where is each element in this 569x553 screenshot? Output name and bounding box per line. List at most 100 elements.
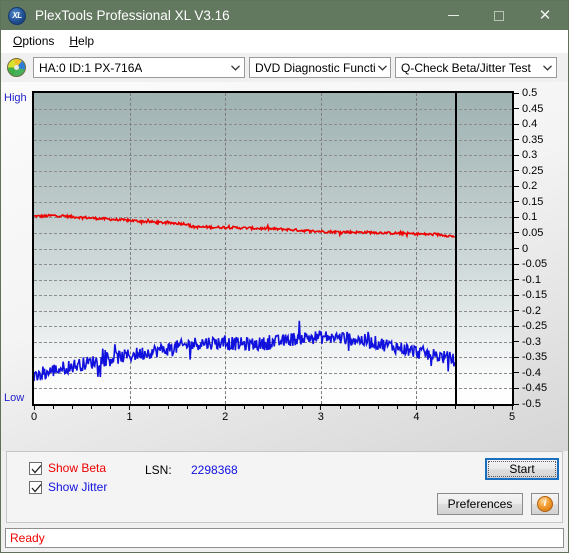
y-tick-mark [514,232,519,234]
y-axis-ticks: 0.5 0.45 0.4 0.35 0.3 0.25 0.2 0.15 0.1 0.05 0 -0.0… [514,87,568,410]
x-tick-4: 4 [413,406,419,423]
y-tick-7: 0.15 [514,196,543,208]
x-minor-tick [492,406,494,409]
chevron-down-icon [227,64,244,71]
status-bar: Ready [5,528,564,548]
y-tick-mark [514,341,519,343]
y-tick-1: 0.45 [514,103,543,115]
x-minor-tick [435,406,437,409]
drive-select-value: HA:0 ID:1 PX-716A [39,60,143,75]
show-beta-label: Show Beta [48,461,106,475]
y-axis-high-label: High [4,92,27,104]
x-minor-tick [359,406,361,409]
show-jitter-checkbox-row[interactable]: Show Jitter [29,480,107,494]
y-tick-mark [514,108,519,110]
y-tick-label: -0.3 [522,335,541,348]
menu-help-label: elp [78,34,95,48]
drive-select[interactable]: HA:0 ID:1 PX-716A [33,57,245,78]
x-tick-mark [415,406,417,410]
y-tick-6: 0.2 [514,180,537,192]
y-tick-label: -0.25 [522,320,548,333]
trace-show-jitter [34,320,456,382]
y-tick-mark [514,123,519,125]
window-title: PlexTools Professional XL V3.16 [35,8,230,23]
menu-options-label: ptions [22,34,55,48]
y-tick-mark [514,356,519,358]
y-tick-label: 0.1 [522,211,538,224]
show-beta-checkbox-row[interactable]: Show Beta [29,461,106,475]
x-minor-tick [53,406,55,409]
x-tick-2: 2 [222,406,228,423]
preferences-button[interactable]: Preferences [437,493,523,515]
y-tick-label: -0.05 [522,258,548,271]
x-minor-tick [473,406,475,409]
check-icon [31,464,42,473]
optical-disc-icon [7,58,26,77]
menu-item-help[interactable]: Help [63,32,103,50]
start-button[interactable]: Start [485,458,559,480]
x-minor-tick [397,406,399,409]
y-tick-8: 0.1 [514,211,537,223]
start-button-label: Start [509,462,535,476]
x-minor-tick [378,406,380,409]
y-tick-mark [514,310,519,312]
selector-toolbar: HA:0 ID:1 PX-716A DVD Diagnostic Functio… [1,53,568,82]
y-tick-18: -0.4 [514,367,541,379]
chevron-down-icon [539,64,556,71]
y-tick-10: 0 [514,243,528,255]
lsn-label: LSN: [145,463,172,477]
x-axis-ticks: 0 1 2 3 4 5 [31,406,515,428]
y-tick-label: -0.2 [522,304,541,317]
show-jitter-checkbox[interactable] [29,480,42,494]
menu-item-options[interactable]: Options [7,32,63,50]
x-tick-mark [320,406,322,410]
y-tick-16: -0.3 [514,336,541,348]
lsn-value: 2298368 [191,463,238,477]
beta-jitter-plot [32,91,514,406]
x-minor-tick [454,406,456,409]
y-tick-mark [514,139,519,141]
function-select[interactable]: DVD Diagnostic Functions [249,57,391,78]
xl-logo-icon: XL [8,6,26,25]
show-jitter-label: Show Jitter [48,480,107,494]
y-tick-label: -0.15 [522,289,548,302]
data-end-marker [454,93,457,404]
y-tick-4: 0.3 [514,149,537,161]
x-minor-tick [167,406,169,409]
test-select[interactable]: Q-Check Beta/Jitter Test [395,57,557,78]
x-tick-label: 2 [222,411,229,423]
info-button[interactable]: i [531,493,559,515]
y-tick-11: -0.05 [514,258,547,270]
x-minor-tick [339,406,341,409]
minimize-button[interactable] [430,1,476,30]
y-tick-label: 0.4 [522,118,538,131]
menu-options-accel: O [13,34,23,48]
x-tick-0: 0 [31,406,37,423]
x-minor-tick [91,406,93,409]
y-tick-label: -0.5 [522,398,541,410]
y-tick-0: 0.5 [514,87,537,99]
menu-help-accel: H [69,34,79,48]
controls-panel: Show Beta Show Jitter LSN: 2298368 Start… [6,451,563,523]
x-tick-label: 0 [30,411,38,423]
y-tick-label: -0.1 [522,273,541,286]
show-beta-checkbox[interactable] [29,461,42,475]
x-minor-tick [263,406,265,409]
info-icon: i [537,496,553,512]
x-tick-label: 1 [126,411,133,423]
y-tick-20: -0.5 [514,398,541,410]
y-tick-mark [514,92,519,94]
y-tick-mark [514,263,519,265]
y-tick-label: 0.3 [522,149,538,162]
maximize-button[interactable] [476,1,522,30]
function-select-value: DVD Diagnostic Functions [255,60,376,75]
window-controls: ✕ [430,1,568,30]
y-tick-13: -0.15 [514,289,547,301]
close-button[interactable]: ✕ [522,1,568,30]
y-tick-mark [514,154,519,156]
y-tick-mark [514,294,519,296]
y-tick-label: 0.5 [522,87,538,99]
y-tick-label: -0.35 [522,351,548,364]
y-tick-label: 0.25 [522,164,544,177]
x-minor-tick [72,406,74,409]
